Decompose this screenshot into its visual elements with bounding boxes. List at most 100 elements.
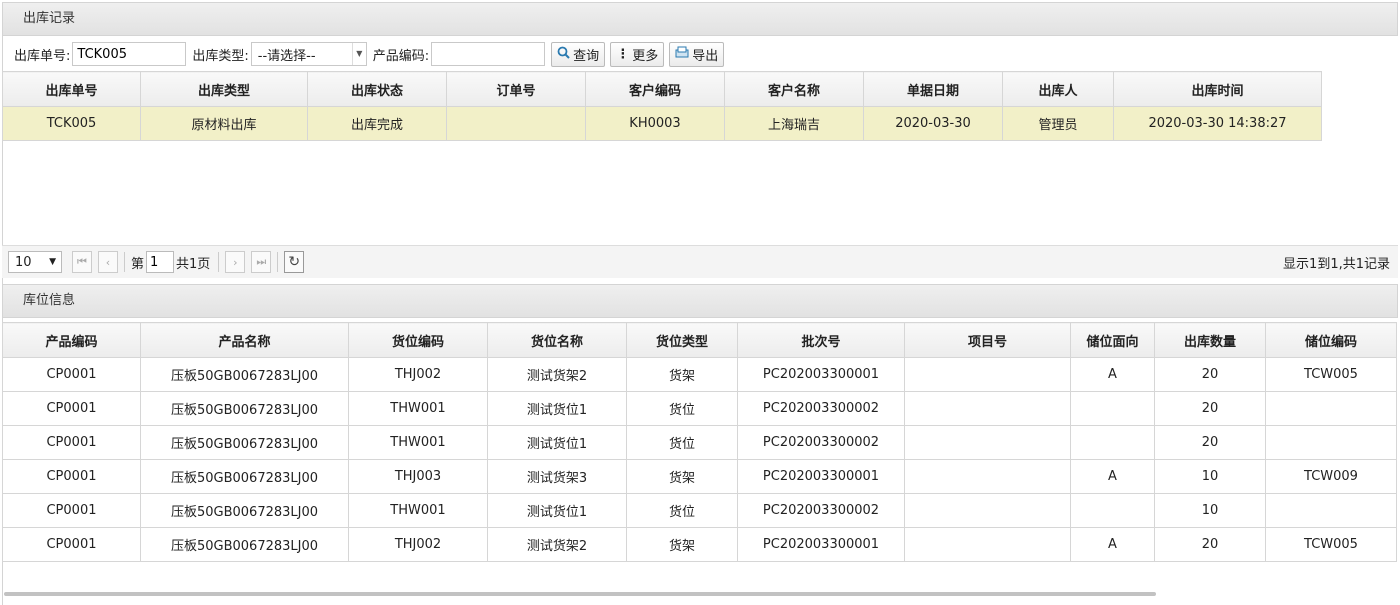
table-cell: 20 xyxy=(1154,391,1266,426)
table-cell: THJ002 xyxy=(348,527,488,562)
product-code-label: 产品编码: xyxy=(372,48,430,64)
table-row[interactable]: CP0001 压板50GB0067283LJ00 THW001 测试货位1 货位 PC20… xyxy=(2,493,1397,528)
table-cell: 20 xyxy=(1154,357,1266,392)
table-cell: 货位 xyxy=(626,391,738,426)
table-cell: A xyxy=(1070,527,1155,562)
table-cell: 货架 xyxy=(626,527,738,562)
table-cell: 出库完成 xyxy=(307,106,447,141)
table-cell: 10 xyxy=(1154,459,1266,494)
table-cell: THW001 xyxy=(348,493,488,528)
table-cell xyxy=(904,391,1071,426)
order-no-input[interactable] xyxy=(72,42,187,66)
table-cell: PC202003300002 xyxy=(737,493,905,528)
column-header[interactable]: 客户名称 xyxy=(724,71,864,107)
export-button[interactable]: 导出 xyxy=(669,41,725,67)
table-cell: 货架 xyxy=(626,357,738,392)
table-cell: PC202003300001 xyxy=(737,357,905,392)
table-cell: PC202003300001 xyxy=(737,459,905,494)
query-button[interactable]: 查询 xyxy=(551,41,606,67)
table-cell: KH0003 xyxy=(585,106,725,141)
first-page-button[interactable]: ⏮ xyxy=(72,251,92,273)
pagination-info: 显示1到1,共1记录 xyxy=(1283,256,1390,272)
table-cell xyxy=(1265,493,1397,528)
outbound-records-panel-title: 出库记录 xyxy=(2,2,1398,36)
table-cell: 测试货架2 xyxy=(487,357,627,392)
page-number-input[interactable] xyxy=(146,251,175,273)
table-cell: 原材料出库 xyxy=(140,106,308,141)
pagination-bar: 10 ▼ ⏮ ‹ 第 共1页 › ⏭ ↻ 显示1到1,共1记录 xyxy=(2,245,1398,278)
table-cell: 上海瑞吉 xyxy=(724,106,864,141)
table-cell xyxy=(1265,425,1397,460)
column-header[interactable]: 货位类型 xyxy=(626,322,738,358)
more-button[interactable]: ⋮ 更多 xyxy=(610,41,665,67)
outbound-type-selected: --请选择-- xyxy=(257,48,316,64)
page-size-value: 10 xyxy=(15,254,32,270)
more-button-label: 更多 xyxy=(632,48,659,64)
table-cell xyxy=(1070,425,1155,460)
table-row[interactable]: CP0001 压板50GB0067283LJ00 THJ003 测试货架3 货架 PC20… xyxy=(2,459,1397,494)
location-info-panel-title: 库位信息 xyxy=(2,284,1398,318)
column-header[interactable]: 储位面向 xyxy=(1070,322,1155,358)
table-cell: THW001 xyxy=(348,391,488,426)
last-page-button[interactable]: ⏭ xyxy=(251,251,272,273)
order-no-label: 出库单号: xyxy=(14,48,71,64)
table-cell: 2020-03-30 14:38:27 xyxy=(1113,106,1322,141)
table-cell: 压板50GB0067283LJ00 xyxy=(140,493,349,528)
refresh-button[interactable]: ↻ xyxy=(284,251,305,273)
table-cell xyxy=(446,106,586,141)
divider xyxy=(124,252,125,272)
column-header[interactable]: 出库数量 xyxy=(1154,322,1266,358)
column-header[interactable]: 单据日期 xyxy=(863,71,1003,107)
table-cell: 测试货架3 xyxy=(487,459,627,494)
column-header[interactable]: 订单号 xyxy=(446,71,586,107)
table-cell: TCK005 xyxy=(2,106,141,141)
table-cell xyxy=(1070,391,1155,426)
column-header[interactable]: 出库人 xyxy=(1002,71,1114,107)
table-cell: 20 xyxy=(1154,527,1266,562)
column-header[interactable]: 产品名称 xyxy=(140,322,349,358)
chevron-down-icon: ▼ xyxy=(351,43,366,65)
column-header[interactable]: 出库状态 xyxy=(307,71,447,107)
column-header[interactable]: 出库时间 xyxy=(1113,71,1322,107)
column-header[interactable]: 货位编码 xyxy=(348,322,488,358)
outbound-type-label: 出库类型: xyxy=(192,48,249,64)
column-header[interactable]: 储位编码 xyxy=(1265,322,1397,358)
location-table-header: 产品编码 产品名称 货位编码 货位名称 货位类型 批次号 项目号 储位面向 出库… xyxy=(2,322,1397,358)
column-header[interactable]: 客户编码 xyxy=(585,71,725,107)
next-page-button[interactable]: › xyxy=(225,251,246,273)
table-cell: 压板50GB0067283LJ00 xyxy=(140,527,349,562)
filter-toolbar: 出库单号: 出库类型: --请选择-- ▼ 产品编码: 查询 ⋮ 更多 导出 xyxy=(2,37,1398,71)
table-row[interactable]: TCK005 原材料出库 出库完成 KH0003 上海瑞吉 2020-03-30… xyxy=(2,106,1322,141)
table-cell: 货架 xyxy=(626,459,738,494)
table-row[interactable]: CP0001 压板50GB0067283LJ00 THW001 测试货位1 货位 PC20… xyxy=(2,425,1397,460)
table-cell: CP0001 xyxy=(2,493,141,528)
column-header[interactable]: 货位名称 xyxy=(487,322,627,358)
table-cell: 20 xyxy=(1154,425,1266,460)
horizontal-scrollbar[interactable] xyxy=(4,592,1156,596)
column-header[interactable]: 产品编码 xyxy=(2,322,141,358)
chevron-right-icon: › xyxy=(233,255,238,269)
table-cell: PC202003300002 xyxy=(737,425,905,460)
table-cell: CP0001 xyxy=(2,459,141,494)
page-total: 共1页 xyxy=(176,256,211,272)
table-cell xyxy=(904,357,1071,392)
table-cell xyxy=(1070,493,1155,528)
column-header[interactable]: 项目号 xyxy=(904,322,1071,358)
product-code-input[interactable] xyxy=(431,42,546,66)
outbound-records-table: 出库单号 出库类型 出库状态 订单号 客户编码 客户名称 单据日期 出库人 出库… xyxy=(2,71,1322,141)
column-header[interactable]: 批次号 xyxy=(737,322,905,358)
table-row[interactable]: CP0001 压板50GB0067283LJ00 THJ002 测试货架2 货架 PC20… xyxy=(2,527,1397,562)
table-cell: CP0001 xyxy=(2,391,141,426)
table-cell: A xyxy=(1070,357,1155,392)
chevron-left-icon: ‹ xyxy=(105,255,111,269)
column-header[interactable]: 出库类型 xyxy=(140,71,308,107)
table-row[interactable]: CP0001 压板50GB0067283LJ00 THW001 测试货位1 货位 PC20… xyxy=(2,391,1397,426)
query-button-label: 查询 xyxy=(573,48,600,64)
outbound-type-select[interactable]: --请选择-- ▼ xyxy=(250,42,367,66)
table-cell: 10 xyxy=(1154,493,1266,528)
table-cell: CP0001 xyxy=(2,425,141,460)
page-size-select[interactable]: 10 ▼ xyxy=(8,251,62,273)
prev-page-button[interactable]: ‹ xyxy=(98,251,118,273)
table-row[interactable]: CP0001 压板50GB0067283LJ00 THJ002 测试货架2 货架 PC20… xyxy=(2,357,1397,392)
column-header[interactable]: 出库单号 xyxy=(2,71,141,107)
